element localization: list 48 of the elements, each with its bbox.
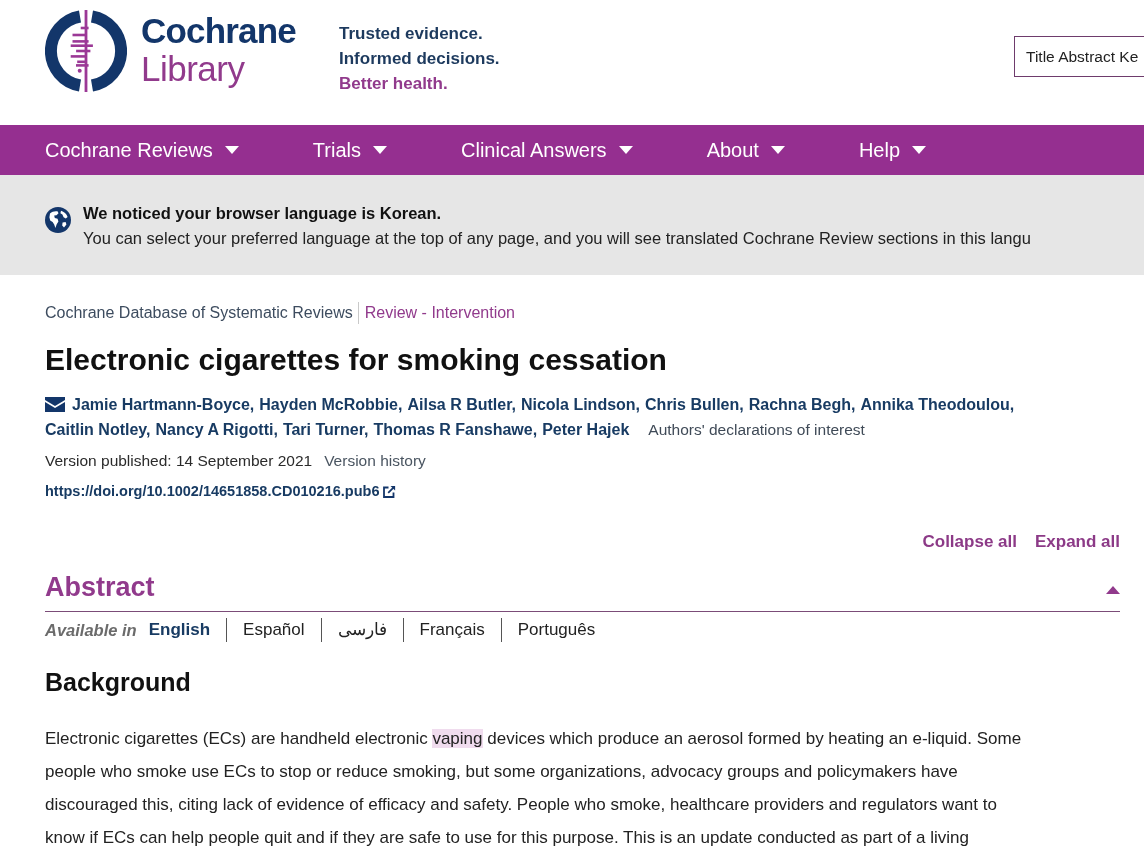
language-tab[interactable]: Português (500, 618, 612, 642)
author-link[interactable]: Chris Bullen, (645, 392, 744, 417)
logo-icon[interactable] (45, 10, 127, 92)
search-scope-select[interactable]: Title Abstract Ke (1014, 36, 1144, 77)
section-toggle-link[interactable]: Expand all (1034, 530, 1120, 554)
envelope-icon[interactable] (45, 397, 65, 412)
author-link[interactable]: Rachna Begh, (748, 392, 856, 417)
author-link[interactable]: Nancy A Rigotti, (155, 417, 278, 442)
logo-text[interactable]: Library (141, 50, 297, 88)
section-toggle-link[interactable]: Collapse all (922, 530, 1017, 554)
declarations-link[interactable]: Authors' declarations of interest (648, 417, 865, 442)
globe-icon (45, 207, 71, 233)
author-link[interactable]: Caitlin Notley, (45, 417, 151, 442)
version-published-text: Version published: 14 September 2021 (45, 451, 313, 471)
tagline-text: Better health. (339, 73, 449, 95)
tagline-text: Trusted evidence. (339, 23, 484, 45)
nav-menu-item[interactable]: Help (858, 137, 927, 163)
nav-menu-item[interactable]: About (706, 137, 785, 163)
nav-menu-item[interactable]: Trials (312, 137, 387, 163)
available-in-label: Available in (45, 620, 137, 640)
language-tab[interactable]: Français (402, 618, 501, 642)
author-link[interactable]: Nicola Lindson, (520, 392, 641, 417)
author-link[interactable]: Annika Theodoulou, (860, 392, 1015, 417)
author-link[interactable]: Jamie Hartmann-Boyce, (72, 392, 255, 417)
caret-up-icon[interactable] (1106, 586, 1120, 594)
external-link-icon (383, 484, 397, 498)
section-heading: Abstract (45, 571, 155, 604)
author-link[interactable]: Peter Hajek (542, 417, 630, 442)
doi-link[interactable]: https://doi.org/10.1002/14651858.CD010216.pub6 (45, 483, 380, 499)
nav-menu-item[interactable]: Cochrane Reviews (45, 137, 239, 163)
language-tab[interactable]: English (148, 618, 227, 642)
paragraph-text: Electronic cigarettes (ECs) are handheld electronic vaping devices which produce an aerosol formed by heating an e-liquid. Some people who smoke use ECs to stop or reduce smoking, but some organizations, advocacy groups and policymakers have discouraged this, citing lack of evidence of efficacy and safety. People who smoke, healthcare providers and regulators want to know if ECs can help people quit and if they are safe to use for this purpose. This is an update conducted as part of a living (45, 728, 1023, 849)
breadcrumb-link[interactable]: Review - Intervention (357, 302, 515, 324)
version-history-link[interactable]: Version history (324, 449, 426, 473)
notice-message: You can select your preferred language at the top of any page, and you will see translated Cochrane Review sections in this langu (83, 228, 1031, 249)
author-link[interactable]: Hayden McRobbie, (259, 392, 403, 417)
review-title: Electronic cigarettes for smoking cessation (45, 342, 668, 378)
language-tab[interactable]: Español (226, 618, 321, 642)
logo-text[interactable]: Cochrane (141, 12, 297, 50)
author-link[interactable]: Ailsa R Butler, (407, 392, 516, 417)
tagline-text: Informed decisions. (339, 48, 500, 70)
notice-title: We noticed your browser language is Korean. (83, 203, 442, 224)
author-link[interactable]: Thomas R Fanshawe, (373, 417, 538, 442)
subsection-heading: Background (45, 667, 192, 698)
breadcrumb-link[interactable]: Cochrane Database of Systematic Reviews (45, 302, 358, 324)
nav-menu-item[interactable]: Clinical Answers (461, 137, 633, 163)
language-tab[interactable]: فارسی (320, 618, 403, 642)
author-link[interactable]: Tari Turner, (282, 417, 369, 442)
